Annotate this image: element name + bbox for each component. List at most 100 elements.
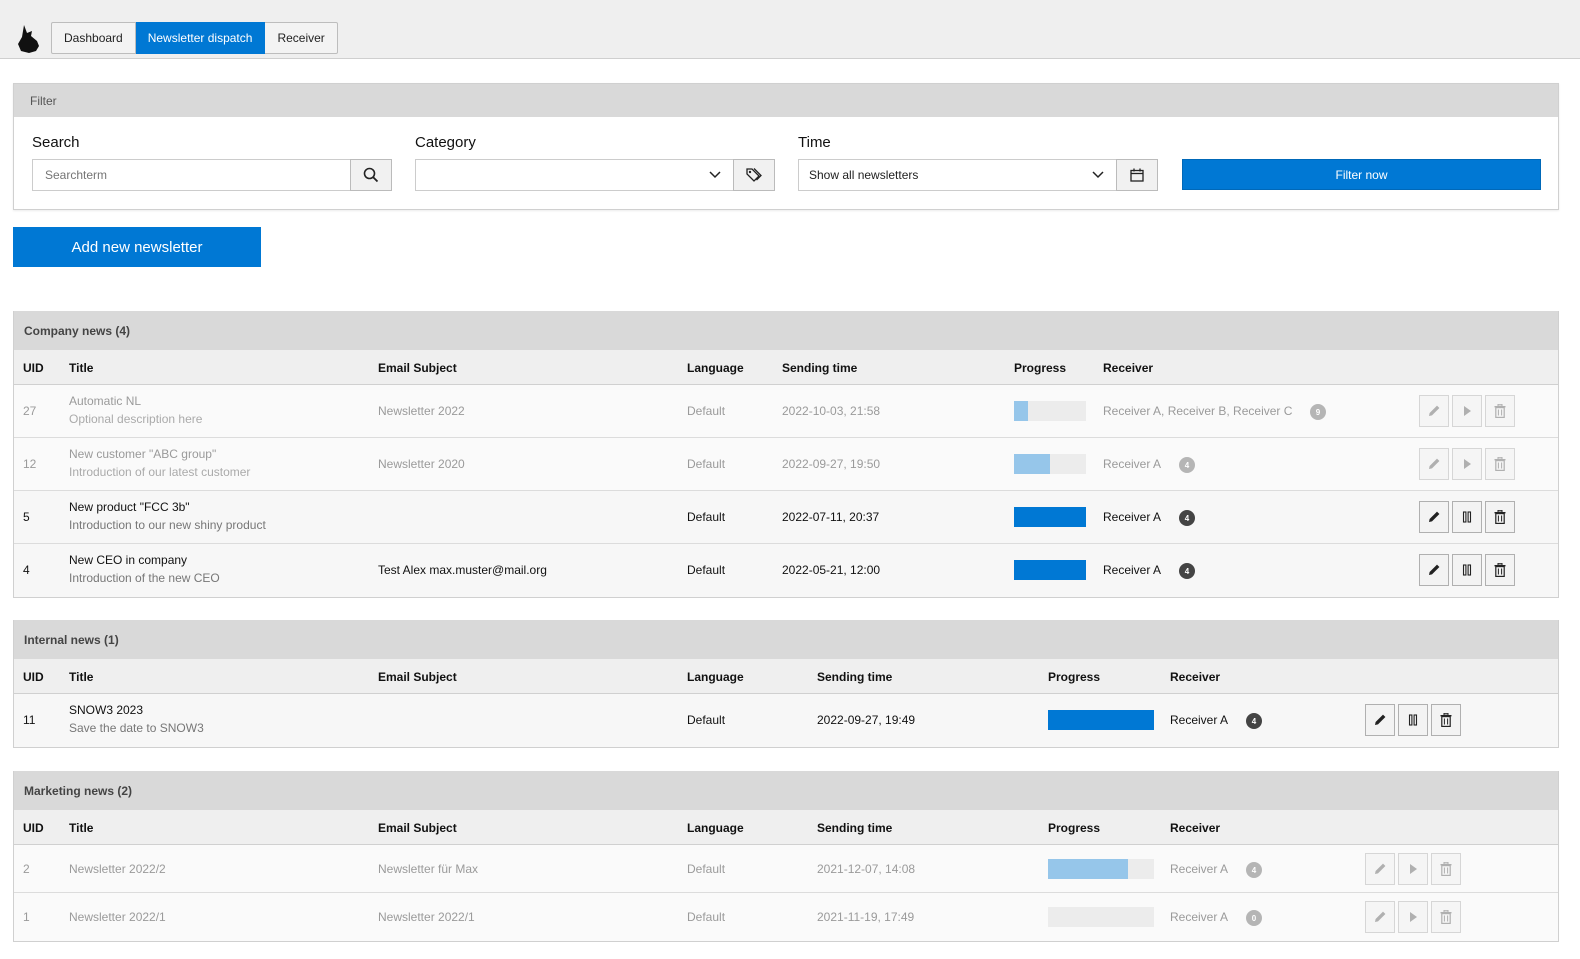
- time-control: Show all newsletters: [798, 159, 1158, 191]
- receiver-cell: Receiver A: [1170, 713, 1229, 727]
- uid-cell: 4: [23, 563, 30, 577]
- edit-button[interactable]: [1419, 448, 1449, 480]
- receiver-count-badge: 4: [1179, 563, 1195, 579]
- language-cell: Default: [687, 457, 726, 471]
- category-group: Category: [415, 134, 775, 191]
- description-cell: Introduction of the new CEO: [69, 571, 220, 585]
- tab-receiver[interactable]: Receiver: [265, 22, 338, 54]
- row-actions: [1365, 901, 1461, 933]
- pause-button[interactable]: [1398, 704, 1428, 736]
- trash-icon: [1440, 862, 1452, 876]
- filter-now-button[interactable]: Filter now: [1182, 159, 1541, 190]
- subject-cell: Newsletter 2022: [378, 404, 465, 418]
- column-header-language: Language: [687, 821, 744, 835]
- group-title: Marketing news (2): [14, 771, 1558, 810]
- table-row: 5 New product "FCC 3b" Introduction to o…: [14, 491, 1558, 544]
- pause-button[interactable]: [1452, 554, 1482, 586]
- delete-button[interactable]: [1431, 901, 1461, 933]
- group-company-news: Company news (4) UID Title Email Subject…: [13, 311, 1559, 598]
- title-cell: Newsletter 2022/2: [69, 862, 166, 876]
- progress-bar-fill: [1014, 507, 1086, 527]
- main-tabs: Dashboard Newsletter dispatch Receiver: [51, 22, 338, 54]
- pause-button[interactable]: [1452, 501, 1482, 533]
- delete-button[interactable]: [1431, 704, 1461, 736]
- play-button[interactable]: [1398, 901, 1428, 933]
- language-cell: Default: [687, 404, 726, 418]
- pause-icon: [1408, 714, 1418, 726]
- subject-cell: Newsletter 2022/1: [378, 910, 475, 924]
- row-actions: [1419, 554, 1515, 586]
- edit-button[interactable]: [1365, 901, 1395, 933]
- edit-button[interactable]: [1419, 501, 1449, 533]
- column-header-sending-time: Sending time: [817, 670, 893, 684]
- category-label: Category: [415, 134, 476, 151]
- edit-button[interactable]: [1419, 395, 1449, 427]
- column-header-sending-time: Sending time: [782, 361, 858, 375]
- search-input[interactable]: [32, 159, 350, 191]
- edit-button[interactable]: [1365, 853, 1395, 885]
- chevron-down-icon: [1092, 171, 1104, 179]
- tags-icon: [746, 168, 762, 182]
- time-select[interactable]: Show all newsletters: [798, 159, 1116, 191]
- uid-cell: 5: [23, 510, 30, 524]
- category-tags-button[interactable]: [733, 159, 775, 191]
- progress-bar-fill: [1014, 454, 1050, 474]
- sending-time-cell: 2022-07-11, 20:37: [782, 510, 880, 524]
- play-icon: [1464, 406, 1471, 416]
- receiver-count-badge: 4: [1246, 713, 1262, 729]
- search-label: Search: [32, 134, 80, 151]
- receiver-cell: Receiver A: [1103, 457, 1162, 471]
- progress-bar-fill: [1048, 710, 1154, 730]
- receiver-cell: Receiver A, Receiver B, Receiver C: [1103, 404, 1293, 418]
- column-header-language: Language: [687, 670, 744, 684]
- receiver-cell: Receiver A: [1103, 510, 1162, 524]
- category-control: [415, 159, 775, 191]
- table-header: UID Title Email Subject Language Sending…: [14, 659, 1558, 694]
- play-button[interactable]: [1452, 448, 1482, 480]
- column-header-progress: Progress: [1014, 361, 1067, 375]
- uid-cell: 12: [23, 457, 37, 471]
- pencil-icon: [1375, 911, 1386, 922]
- calendar-icon: [1130, 168, 1144, 182]
- table-row: 4 New CEO in company Introduction of the…: [14, 544, 1558, 597]
- receiver-count-badge: 0: [1246, 910, 1262, 926]
- category-select[interactable]: [415, 159, 733, 191]
- play-button[interactable]: [1452, 395, 1482, 427]
- table-row: 12 New customer "ABC group" Introduction…: [14, 438, 1558, 491]
- pause-icon: [1462, 564, 1472, 576]
- column-header-language: Language: [687, 361, 744, 375]
- progress-bar: [1048, 859, 1154, 879]
- sending-time-cell: 2022-05-21, 12:00: [782, 563, 881, 577]
- receiver-count-badge: 4: [1179, 457, 1195, 473]
- delete-button[interactable]: [1485, 554, 1515, 586]
- delete-button[interactable]: [1485, 395, 1515, 427]
- pencil-icon: [1375, 714, 1386, 725]
- column-header-email-subject: Email Subject: [378, 821, 457, 835]
- edit-button[interactable]: [1365, 704, 1395, 736]
- delete-button[interactable]: [1485, 448, 1515, 480]
- table-header: UID Title Email Subject Language Sending…: [14, 810, 1558, 845]
- receiver-cell: Receiver A: [1170, 910, 1229, 924]
- play-button[interactable]: [1398, 853, 1428, 885]
- progress-bar: [1048, 907, 1154, 927]
- progress-bar: [1014, 560, 1086, 580]
- edit-button[interactable]: [1419, 554, 1449, 586]
- tab-newsletter-dispatch[interactable]: Newsletter dispatch: [135, 22, 266, 54]
- group-marketing-news: Marketing news (2) UID Title Email Subje…: [13, 771, 1559, 942]
- search-icon: [363, 167, 379, 183]
- play-icon: [1464, 459, 1471, 469]
- delete-button[interactable]: [1485, 501, 1515, 533]
- top-navigation-bar: Dashboard Newsletter dispatch Receiver: [0, 0, 1580, 59]
- pencil-icon: [1429, 511, 1440, 522]
- progress-bar: [1014, 401, 1086, 421]
- delete-button[interactable]: [1431, 853, 1461, 885]
- title-cell: New product "FCC 3b": [69, 500, 190, 514]
- group-title: Internal news (1): [14, 620, 1558, 659]
- calendar-button[interactable]: [1116, 159, 1158, 191]
- tab-dashboard[interactable]: Dashboard: [51, 22, 136, 54]
- receiver-cell: Receiver A: [1103, 563, 1162, 577]
- add-new-newsletter-button[interactable]: Add new newsletter: [13, 227, 261, 267]
- row-actions: [1419, 501, 1515, 533]
- search-button[interactable]: [350, 159, 392, 191]
- uid-cell: 2: [23, 862, 30, 876]
